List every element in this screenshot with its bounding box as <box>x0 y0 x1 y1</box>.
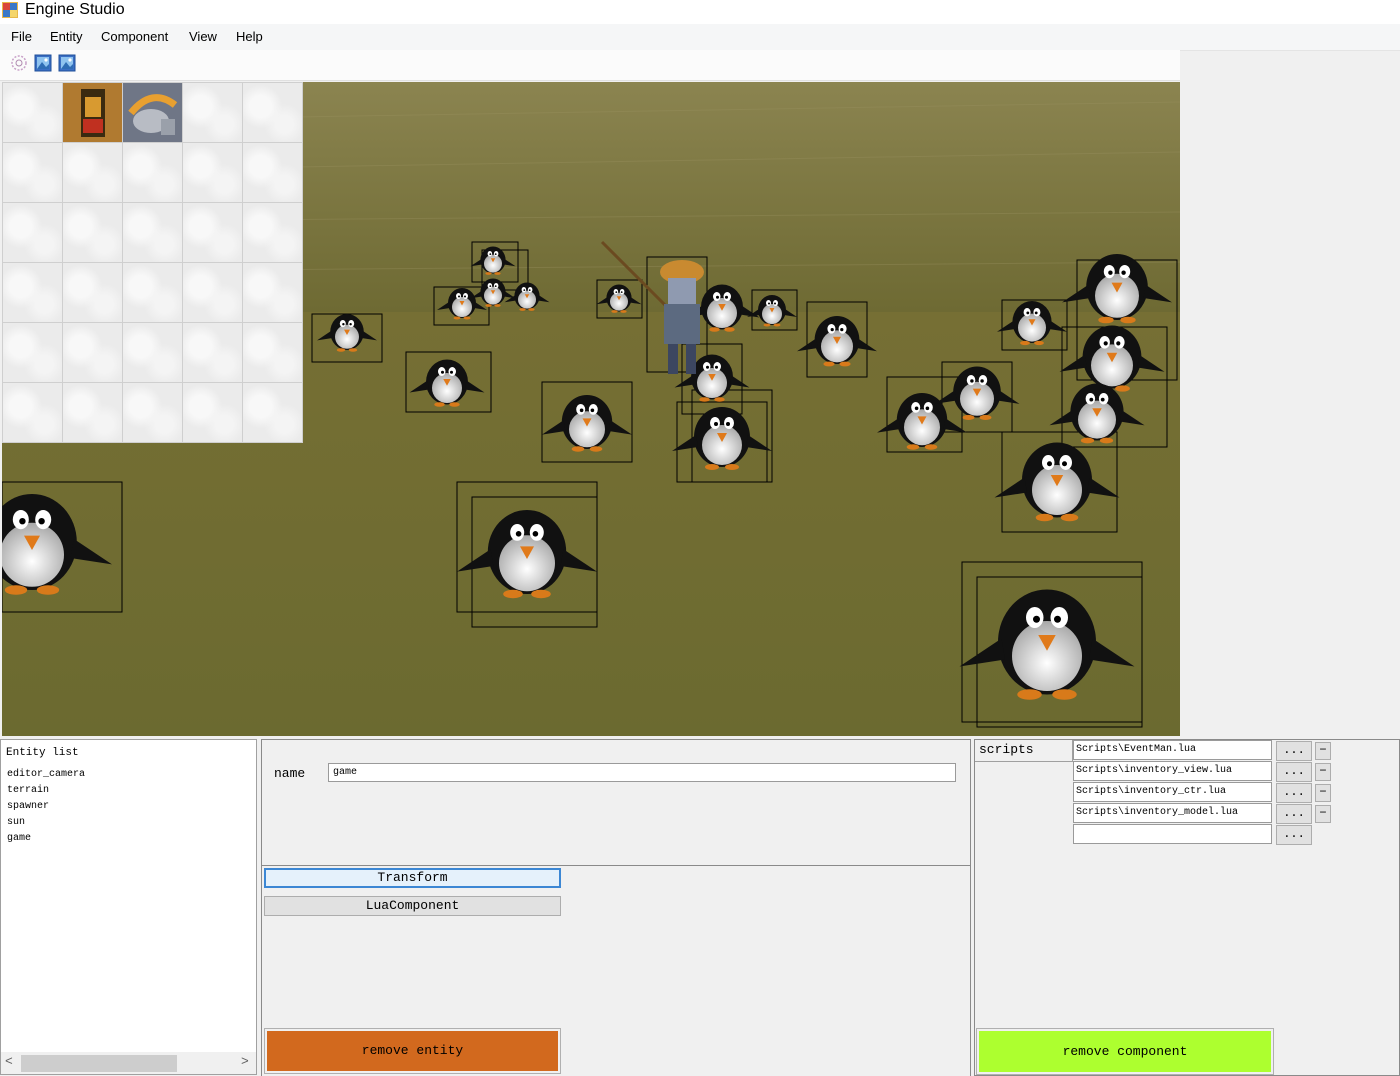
inventory-slot[interactable] <box>62 262 123 323</box>
inventory-slot[interactable] <box>62 142 123 203</box>
menu-bar: File Entity Component View Help <box>0 24 1400 51</box>
horizontal-scrollbar[interactable]: < > <box>1 1052 256 1074</box>
inventory-slot[interactable] <box>62 322 123 383</box>
shrine-item-icon <box>81 89 105 137</box>
properties-panel: name game <box>261 739 971 866</box>
entity-item-spawner[interactable]: spawner <box>7 801 49 812</box>
browse-script-button[interactable]: ... <box>1276 741 1312 761</box>
entity-list-panel: Entity list editor_camera terrain spawne… <box>0 739 257 1075</box>
scroll-right-icon[interactable]: > <box>241 1054 249 1069</box>
lua-component-button[interactable]: LuaComponent <box>264 896 561 916</box>
gear-icon[interactable] <box>10 54 28 72</box>
inventory-slot[interactable] <box>2 142 63 203</box>
menu-view[interactable]: View <box>189 29 217 44</box>
inventory-slot[interactable] <box>122 382 183 443</box>
remove-entity-frame: remove entity <box>264 1028 561 1074</box>
menu-component[interactable]: Component <box>101 29 168 44</box>
inventory-slot[interactable] <box>122 142 183 203</box>
inventory-slot[interactable] <box>2 262 63 323</box>
menu-help[interactable]: Help <box>236 29 263 44</box>
menu-file[interactable]: File <box>11 29 32 44</box>
transform-button[interactable]: Transform <box>264 868 561 888</box>
title-bar: Engine Studio <box>0 0 1400 24</box>
inventory-slot[interactable] <box>62 202 123 263</box>
scrollbar-thumb[interactable] <box>21 1055 177 1072</box>
inventory-slot[interactable] <box>242 382 303 443</box>
name-field[interactable]: game <box>328 763 956 782</box>
inventory-slot[interactable] <box>2 202 63 263</box>
helmet-item-icon <box>128 94 178 135</box>
script-field[interactable] <box>1073 824 1272 844</box>
inventory-slot[interactable] <box>122 202 183 263</box>
inventory-slot[interactable] <box>2 82 63 143</box>
script-field[interactable]: Scripts\inventory_view.lua <box>1073 761 1272 781</box>
remove-script-button[interactable]: − <box>1315 784 1331 802</box>
script-field[interactable]: Scripts\inventory_ctr.lua <box>1073 782 1272 802</box>
inventory-slot[interactable] <box>62 382 123 443</box>
inventory-slot[interactable] <box>242 322 303 383</box>
entity-list-title: Entity list <box>6 747 79 759</box>
remove-script-button[interactable]: − <box>1315 763 1331 781</box>
inventory-slot[interactable] <box>242 202 303 263</box>
scripts-label: scripts <box>975 740 1073 762</box>
app-icon <box>2 2 18 18</box>
inventory-slot[interactable] <box>182 382 243 443</box>
inventory-slot[interactable] <box>242 142 303 203</box>
window-title: Engine Studio <box>25 1 125 18</box>
entity-item-sun[interactable]: sun <box>7 817 25 828</box>
inventory-slot[interactable] <box>182 202 243 263</box>
scroll-left-icon[interactable]: < <box>5 1054 13 1069</box>
image-icon[interactable] <box>34 54 52 72</box>
inventory-slot[interactable] <box>2 382 63 443</box>
scripts-panel: scripts Scripts\EventMan.lua ... − Scrip… <box>974 739 1400 1076</box>
entity-item-game[interactable]: game <box>7 833 31 844</box>
script-field[interactable]: Scripts\EventMan.lua <box>1073 740 1272 760</box>
browse-script-button[interactable]: ... <box>1276 762 1312 782</box>
remove-entity-button[interactable]: remove entity <box>267 1031 558 1071</box>
inventory-grid <box>2 82 303 443</box>
inventory-slot[interactable] <box>2 322 63 383</box>
toolbar <box>0 50 1180 81</box>
remove-component-frame: remove component <box>976 1028 1274 1075</box>
remove-script-button[interactable]: − <box>1315 805 1331 823</box>
remove-script-button[interactable]: − <box>1315 742 1331 760</box>
inventory-slot[interactable] <box>62 82 123 143</box>
menu-entity[interactable]: Entity <box>50 29 83 44</box>
inventory-slot[interactable] <box>182 142 243 203</box>
browse-script-button[interactable]: ... <box>1276 825 1312 845</box>
name-label: name <box>274 766 306 781</box>
inventory-slot[interactable] <box>182 82 243 143</box>
entity-item-terrain[interactable]: terrain <box>7 785 49 796</box>
component-panel: Transform LuaComponent remove entity <box>261 866 971 1076</box>
remove-component-button[interactable]: remove component <box>979 1031 1271 1072</box>
image-icon[interactable] <box>58 54 76 72</box>
inventory-slot[interactable] <box>182 262 243 323</box>
browse-script-button[interactable]: ... <box>1276 804 1312 824</box>
inventory-slot[interactable] <box>122 322 183 383</box>
inventory-slot[interactable] <box>242 82 303 143</box>
script-field[interactable]: Scripts\inventory_model.lua <box>1073 803 1272 823</box>
inventory-slot[interactable] <box>182 322 243 383</box>
entity-item-editor-camera[interactable]: editor_camera <box>7 769 85 780</box>
inventory-slot[interactable] <box>122 262 183 323</box>
inventory-slot[interactable] <box>122 82 183 143</box>
inventory-slot[interactable] <box>242 262 303 323</box>
browse-script-button[interactable]: ... <box>1276 783 1312 803</box>
